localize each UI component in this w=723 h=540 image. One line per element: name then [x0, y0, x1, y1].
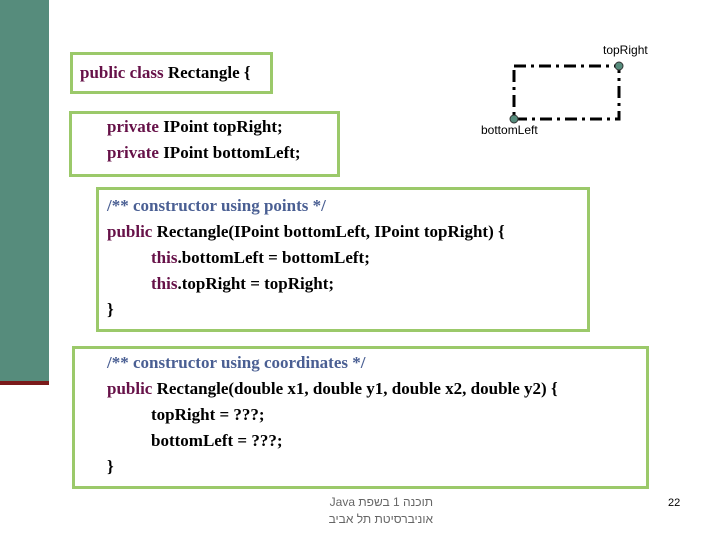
- statement: this.bottomLeft = bottomLeft;: [151, 245, 370, 271]
- keyword: public: [107, 222, 153, 241]
- statement: this.topRight = topRight;: [151, 271, 334, 297]
- sidebar-accent-line: [0, 381, 49, 385]
- keyword: public: [107, 379, 153, 398]
- bottom-left-label: bottomLeft: [481, 123, 538, 137]
- keyword: private: [107, 117, 159, 136]
- statement-text: .bottomLeft = bottomLeft;: [177, 248, 370, 267]
- slide-sidebar: [0, 0, 49, 381]
- field-line: private IPoint bottomLeft;: [107, 140, 301, 166]
- comment: /** constructor using coordinates */: [107, 353, 366, 372]
- footer-course: תוכנה 1 בשפת Java: [329, 495, 433, 509]
- dashed-rectangle: [512, 64, 621, 121]
- keyword: private: [107, 143, 159, 162]
- comment: /** constructor using points */: [107, 196, 326, 215]
- close-brace: }: [107, 457, 114, 476]
- statement: topRight = ???;: [151, 405, 265, 424]
- field-decl: IPoint bottomLeft;: [158, 143, 301, 162]
- statement: bottomLeft = ???;: [151, 431, 283, 450]
- footer-university: אוניברסיטת תל אביב: [328, 512, 433, 526]
- constructor-signature: public Rectangle(double x1, double y1, d…: [107, 376, 558, 402]
- signature: Rectangle(double x1, double y1, double x…: [152, 379, 558, 398]
- open-brace: {: [239, 63, 251, 82]
- keyword: public class: [80, 63, 164, 82]
- class-declaration: public class Rectangle {: [80, 60, 251, 86]
- signature: Rectangle(IPoint bottomLeft, IPoint topR…: [152, 222, 505, 241]
- bottom-left-point: [509, 114, 519, 124]
- class-name: Rectangle: [163, 63, 240, 82]
- field-decl: IPoint topRight;: [158, 117, 283, 136]
- field-line: private IPoint topRight;: [107, 114, 283, 140]
- keyword: this: [151, 274, 178, 293]
- top-right-point: [614, 61, 624, 71]
- close-brace: }: [107, 300, 114, 319]
- statement-text: .topRight = topRight;: [177, 274, 335, 293]
- constructor-signature: public Rectangle(IPoint bottomLeft, IPoi…: [107, 219, 505, 245]
- top-right-label: topRight: [603, 43, 648, 57]
- page-number: 22: [668, 497, 681, 509]
- keyword: this: [151, 248, 178, 267]
